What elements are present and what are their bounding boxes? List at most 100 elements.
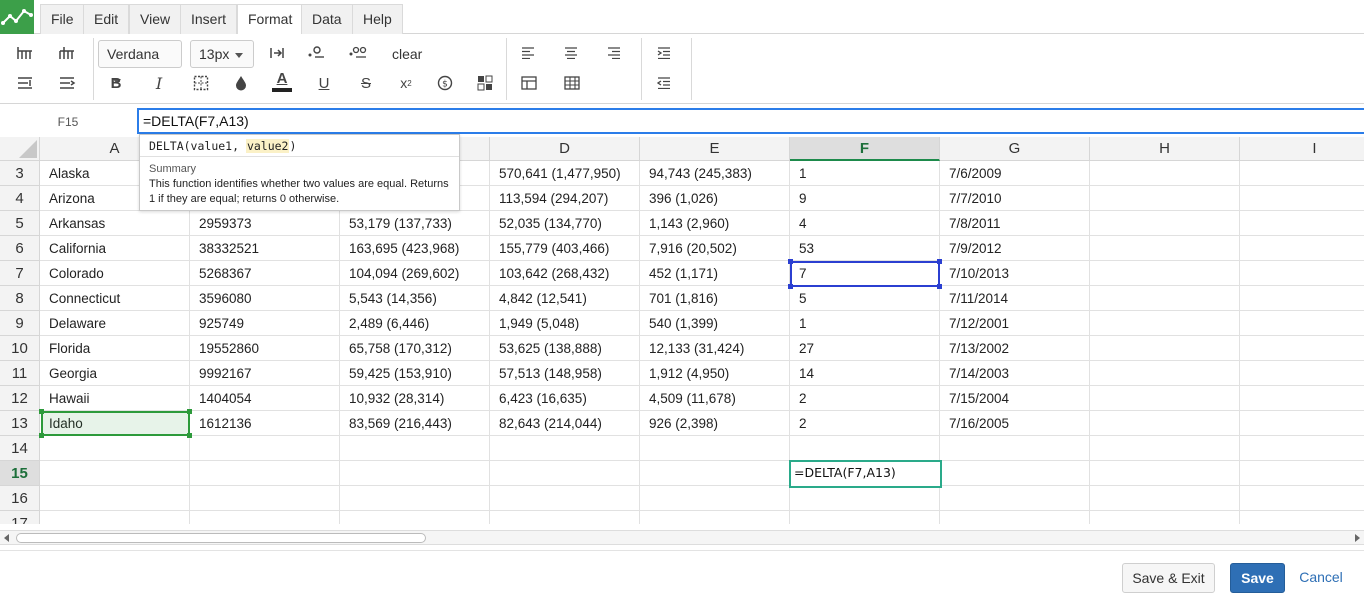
grid-cell[interactable]: [940, 436, 1090, 461]
row-header[interactable]: 4: [0, 186, 40, 211]
grid-cell[interactable]: 53,625 (138,888): [490, 336, 640, 361]
grid-cell[interactable]: 1,912 (4,950): [640, 361, 790, 386]
grid-cell[interactable]: 540 (1,399): [640, 311, 790, 336]
row-header[interactable]: 7: [0, 261, 40, 286]
grid-cell[interactable]: 926 (2,398): [640, 411, 790, 436]
grid-cell[interactable]: [940, 486, 1090, 511]
column-header-e[interactable]: E: [640, 137, 790, 161]
grid-cell[interactable]: [790, 486, 940, 511]
grid-cell[interactable]: 1: [790, 311, 940, 336]
grid-cell[interactable]: 14: [790, 361, 940, 386]
grid-cell[interactable]: 4,842 (12,541): [490, 286, 640, 311]
grid-cell[interactable]: 103,642 (268,432): [490, 261, 640, 286]
grid-cell[interactable]: [640, 461, 790, 486]
align-right-icon[interactable]: [603, 42, 625, 64]
menu-file[interactable]: File: [40, 4, 85, 34]
grid-cell[interactable]: [1240, 386, 1364, 411]
row-header[interactable]: 13: [0, 411, 40, 436]
grid-cell[interactable]: 9: [790, 186, 940, 211]
grid-cell[interactable]: 7/8/2011: [940, 211, 1090, 236]
outdent-icon[interactable]: [653, 72, 675, 94]
cancel-button[interactable]: Cancel: [1294, 563, 1348, 593]
grid-cell[interactable]: 7/7/2010: [940, 186, 1090, 211]
grid-cell[interactable]: [190, 511, 340, 524]
grid-cell[interactable]: 10,932 (28,314): [340, 386, 490, 411]
bold-icon[interactable]: B: [105, 72, 127, 94]
grid-cell[interactable]: Arkansas: [40, 211, 190, 236]
grid-cell[interactable]: 4,509 (11,678): [640, 386, 790, 411]
grid-cell[interactable]: [340, 511, 490, 524]
font-size-select[interactable]: 13px: [190, 40, 254, 68]
grid-cell[interactable]: [40, 486, 190, 511]
currency-icon[interactable]: $: [434, 72, 456, 94]
grid-cell[interactable]: [190, 486, 340, 511]
grid-cell[interactable]: [1240, 186, 1364, 211]
grid-cell[interactable]: [1240, 486, 1364, 511]
strikethrough-icon[interactable]: S: [355, 72, 377, 94]
row-header[interactable]: 15: [0, 461, 40, 486]
grid-cell[interactable]: [1240, 361, 1364, 386]
grid-cell[interactable]: [1090, 211, 1240, 236]
grid-cell[interactable]: [40, 436, 190, 461]
conditional-format-icon[interactable]: [474, 72, 496, 94]
grid-cell[interactable]: [340, 486, 490, 511]
insert-column-icon[interactable]: [56, 42, 78, 64]
select-all-corner[interactable]: [0, 137, 40, 161]
borders-icon[interactable]: [190, 72, 212, 94]
grid-cell[interactable]: 396 (1,026): [640, 186, 790, 211]
grid-cell[interactable]: 7/12/2001: [940, 311, 1090, 336]
grid-cell[interactable]: 925749: [190, 311, 340, 336]
grid-cell[interactable]: [1090, 186, 1240, 211]
grid-cell[interactable]: 7/14/2003: [940, 361, 1090, 386]
grid-cell[interactable]: [1240, 311, 1364, 336]
grid-cell[interactable]: 163,695 (423,968): [340, 236, 490, 261]
superscript-icon[interactable]: x2: [395, 72, 417, 94]
grid-cell[interactable]: [1240, 436, 1364, 461]
grid-cell[interactable]: [1090, 286, 1240, 311]
clear-format-button[interactable]: clear: [392, 46, 422, 62]
indent-icon[interactable]: [653, 42, 675, 64]
row-header[interactable]: 9: [0, 311, 40, 336]
grid-cell[interactable]: Delaware: [40, 311, 190, 336]
column-header-g[interactable]: G: [940, 137, 1090, 161]
grid-cell[interactable]: [1090, 236, 1240, 261]
grid-cell[interactable]: [490, 511, 640, 524]
grid-cell[interactable]: [1090, 411, 1240, 436]
row-header[interactable]: 11: [0, 361, 40, 386]
grid-cell[interactable]: [790, 436, 940, 461]
horizontal-scrollbar[interactable]: [0, 530, 1364, 545]
underline-icon[interactable]: U: [313, 72, 335, 94]
row-header[interactable]: 12: [0, 386, 40, 411]
grid-cell[interactable]: [1240, 411, 1364, 436]
grid-cell[interactable]: [640, 486, 790, 511]
fill-color-icon[interactable]: [230, 72, 252, 94]
grid-cell[interactable]: [1090, 386, 1240, 411]
grid-cell[interactable]: 5,543 (14,356): [340, 286, 490, 311]
grid-cell[interactable]: 7/10/2013: [940, 261, 1090, 286]
menu-data[interactable]: Data: [301, 4, 353, 34]
grid-cell[interactable]: 7/13/2002: [940, 336, 1090, 361]
grid-cell[interactable]: [1090, 261, 1240, 286]
grid-cell[interactable]: California: [40, 236, 190, 261]
grid-cell[interactable]: 27: [790, 336, 940, 361]
text-color-icon[interactable]: A: [271, 70, 293, 92]
grid-cell[interactable]: [40, 511, 190, 524]
grid-cell[interactable]: [1090, 161, 1240, 186]
grid-cell[interactable]: [490, 461, 640, 486]
scroll-left-icon[interactable]: [4, 534, 9, 542]
grid-cell[interactable]: [1240, 161, 1364, 186]
menu-help[interactable]: Help: [352, 4, 403, 34]
grid-cell[interactable]: 155,779 (403,466): [490, 236, 640, 261]
table-grid-icon[interactable]: [561, 72, 583, 94]
grid-cell[interactable]: [1240, 511, 1364, 524]
text-direction-icon[interactable]: [266, 42, 288, 64]
grid-cell[interactable]: [490, 436, 640, 461]
cell-editor[interactable]: =DELTA(F7,A13): [789, 460, 942, 488]
scrollbar-thumb[interactable]: [16, 533, 426, 543]
grid-cell[interactable]: 104,094 (269,602): [340, 261, 490, 286]
grid-cell[interactable]: [340, 436, 490, 461]
grid-cell[interactable]: [340, 461, 490, 486]
grid-cell[interactable]: Florida: [40, 336, 190, 361]
grid-cell[interactable]: 59,425 (153,910): [340, 361, 490, 386]
grid-cell[interactable]: [1090, 336, 1240, 361]
